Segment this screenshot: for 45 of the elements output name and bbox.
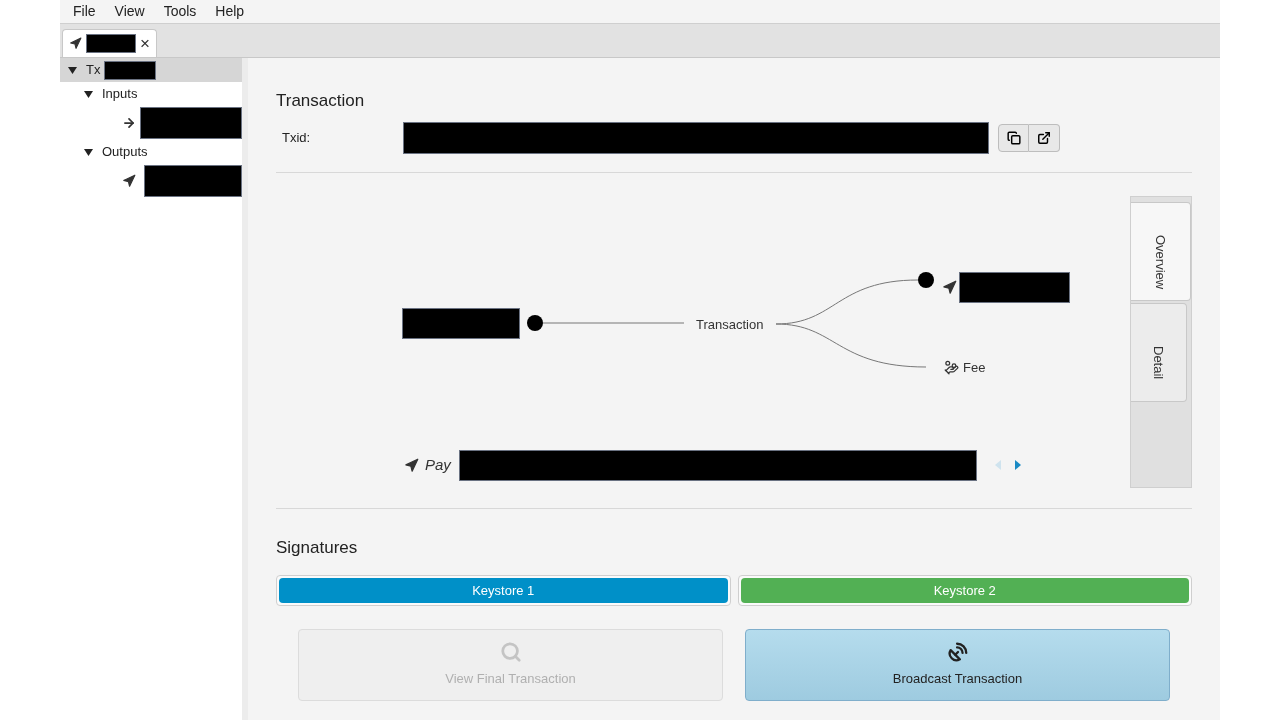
tree-item[interactable]: Outputs (60, 140, 242, 164)
send-icon (122, 174, 136, 188)
send-icon (942, 279, 957, 295)
side-tab[interactable]: Detail (1131, 302, 1187, 402)
satellite-dish-icon (946, 641, 969, 664)
redaction-block (104, 60, 157, 80)
tree-label: Inputs (102, 85, 138, 104)
copy-button[interactable] (998, 123, 1029, 152)
hand-icon (944, 359, 959, 375)
expand-caret-icon[interactable] (84, 148, 94, 156)
tree-label: Outputs (102, 143, 148, 162)
menu-item[interactable]: File (73, 1, 96, 22)
payment-label: Pay (425, 454, 451, 475)
arrow-right-icon (122, 116, 136, 130)
field-label: Txid: (281, 128, 312, 147)
diagram-label: Transaction (696, 315, 764, 334)
keystore-bar: Keystore 1 (279, 578, 728, 603)
expand-caret-icon[interactable] (84, 90, 94, 98)
menu-item[interactable]: View (114, 1, 145, 22)
close-tab-button[interactable]: × (140, 30, 150, 57)
previous-arrow-icon (994, 460, 1001, 470)
node-dot (918, 271, 934, 288)
menu-item[interactable]: Help (215, 1, 245, 22)
section-title: Signatures (276, 536, 359, 559)
redaction-block (86, 34, 136, 53)
side-tab[interactable]: Overview (1131, 201, 1191, 301)
diagram-label: Fee (963, 358, 986, 377)
open-external-button[interactable] (1029, 123, 1060, 152)
tree-label: Tx (86, 61, 101, 80)
tree-item[interactable]: Tx (60, 58, 242, 82)
keystore-bar: Keystore 2 (740, 578, 1189, 603)
document-tab[interactable]: × (62, 29, 157, 57)
copy-icon (1006, 130, 1021, 145)
next-arrow-icon (1014, 460, 1021, 470)
section-title: Transaction (276, 90, 366, 112)
broadcast-button[interactable]: Broadcast Transaction (745, 629, 1170, 701)
menu-item[interactable]: Tools (163, 1, 197, 22)
send-icon (404, 457, 419, 473)
node-dot (527, 314, 543, 331)
next-button[interactable] (1014, 460, 1021, 470)
expand-caret-icon[interactable] (68, 66, 78, 74)
send-icon (69, 37, 82, 50)
tree-item[interactable]: Inputs (60, 82, 242, 106)
external-link-icon (1037, 130, 1051, 145)
search-icon (499, 641, 522, 664)
